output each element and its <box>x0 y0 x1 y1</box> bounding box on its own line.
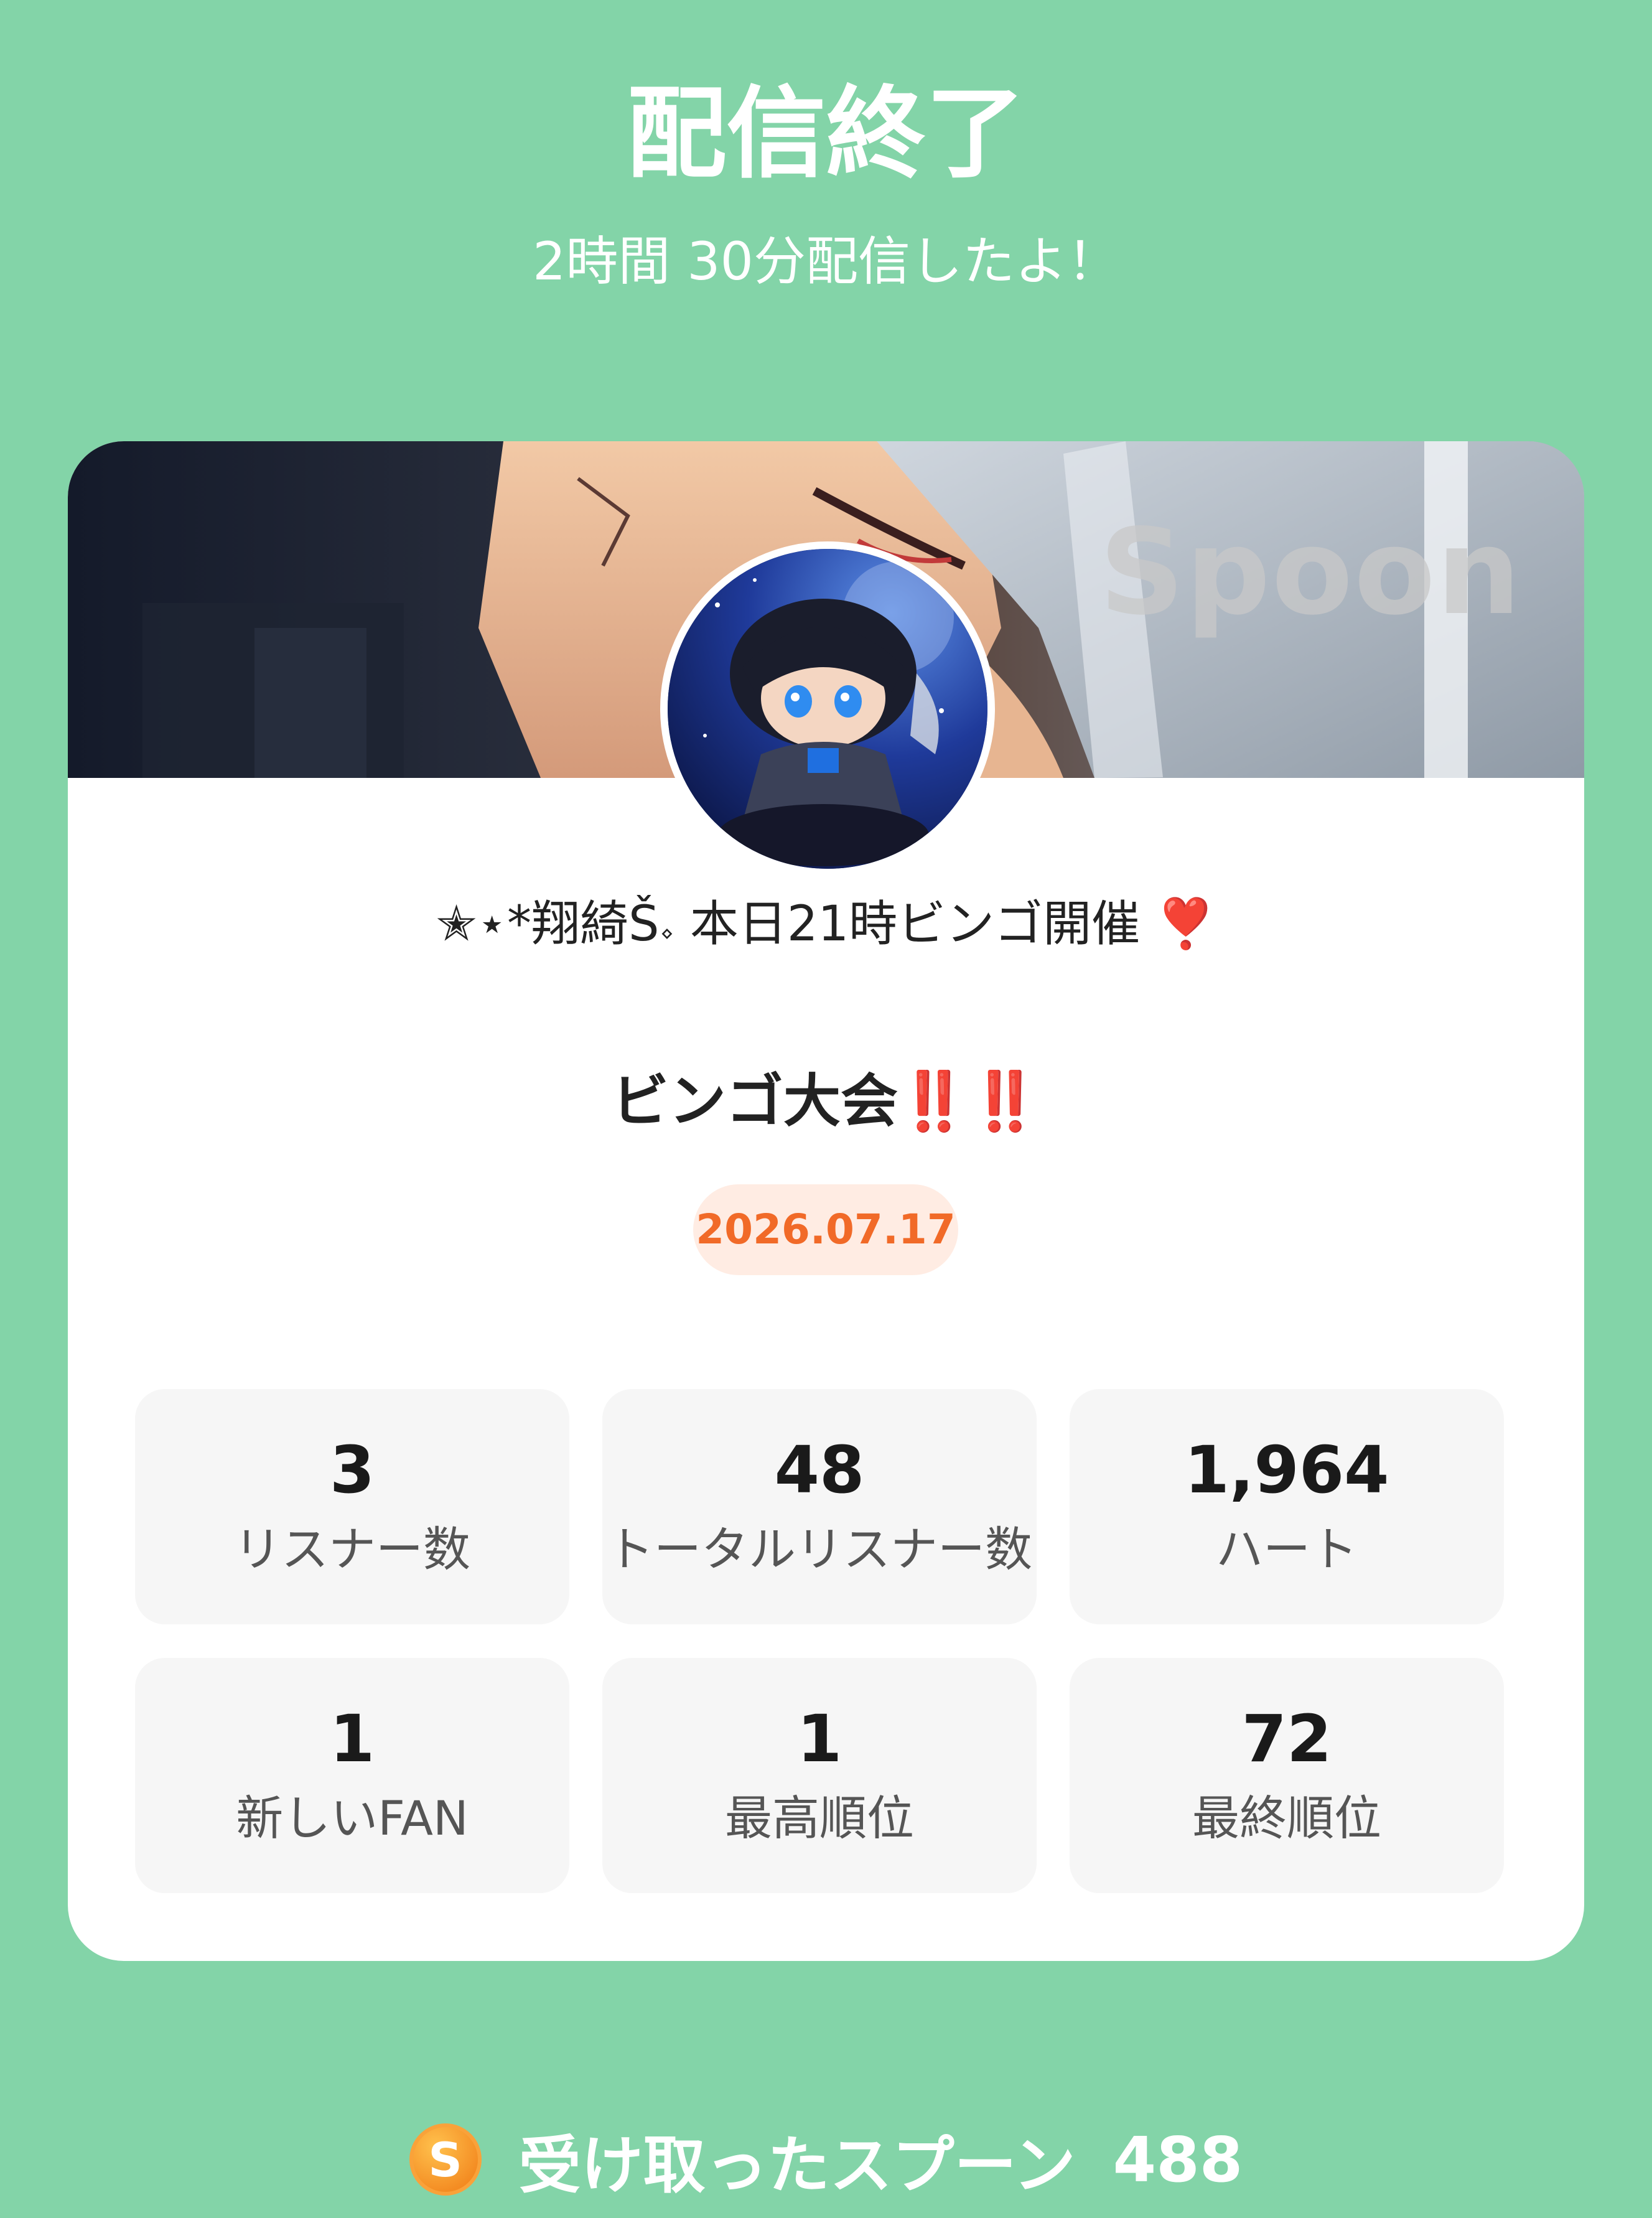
stat-value: 3 <box>329 1432 375 1508</box>
broadcast-date-badge: 2026.07.17 <box>693 1184 958 1275</box>
stat-value: 48 <box>774 1432 865 1508</box>
stat-label: トータルリスナー数 <box>607 1522 1032 1577</box>
stat-label: リスナー数 <box>234 1522 470 1577</box>
heart-exclamation-icon: ❣️ <box>1155 896 1216 952</box>
spoon-coin-icon: S <box>409 2123 482 2196</box>
stat-hearts: 1,964 ハート <box>1070 1389 1504 1624</box>
stat-listeners: 3 リスナー数 <box>135 1389 569 1624</box>
received-spoons-label: 受け取ったスプーン <box>518 2128 1076 2202</box>
broadcast-title: ビンゴ大会‼️‼️ <box>0 1067 1652 1136</box>
stat-value: 1 <box>796 1701 842 1777</box>
stat-final-rank: 72 最終順位 <box>1070 1658 1504 1893</box>
stat-label: 新しいFAN <box>236 1790 469 1846</box>
stat-new-fans: 1 新しいFAN <box>135 1658 569 1893</box>
stat-label: ハート <box>1216 1522 1358 1577</box>
broadcast-duration: 2時間 30分配信したよ！ <box>532 231 1120 292</box>
host-name-text: ✭⋆*翔綺Š𝆹 本日21時ビンゴ開催 <box>436 896 1141 952</box>
stat-value: 72 <box>1241 1701 1332 1777</box>
stat-label: 最高順位 <box>725 1790 914 1846</box>
stat-best-rank: 1 最高順位 <box>602 1658 1037 1893</box>
double-exclamation-icon: ‼️‼️ <box>897 1068 1041 1135</box>
stat-label: 最終順位 <box>1192 1790 1381 1846</box>
stat-value: 1 <box>329 1701 375 1777</box>
stat-total-listeners: 48 トータルリスナー数 <box>602 1389 1037 1624</box>
received-spoons: S 受け取ったスプーン 488 <box>0 2116 1652 2203</box>
page-title: 配信終了 <box>627 75 1025 192</box>
broadcast-title-text: ビンゴ大会 <box>611 1068 898 1135</box>
spoon-watermark-logo: Spoon <box>1099 503 1522 641</box>
stat-value: 1,964 <box>1184 1432 1389 1508</box>
host-name[interactable]: ✭⋆*翔綺Š𝆹 本日21時ビンゴ開催 ❣️ <box>0 893 1652 955</box>
received-spoons-count: 488 <box>1113 2123 1243 2196</box>
host-avatar[interactable] <box>660 541 995 876</box>
